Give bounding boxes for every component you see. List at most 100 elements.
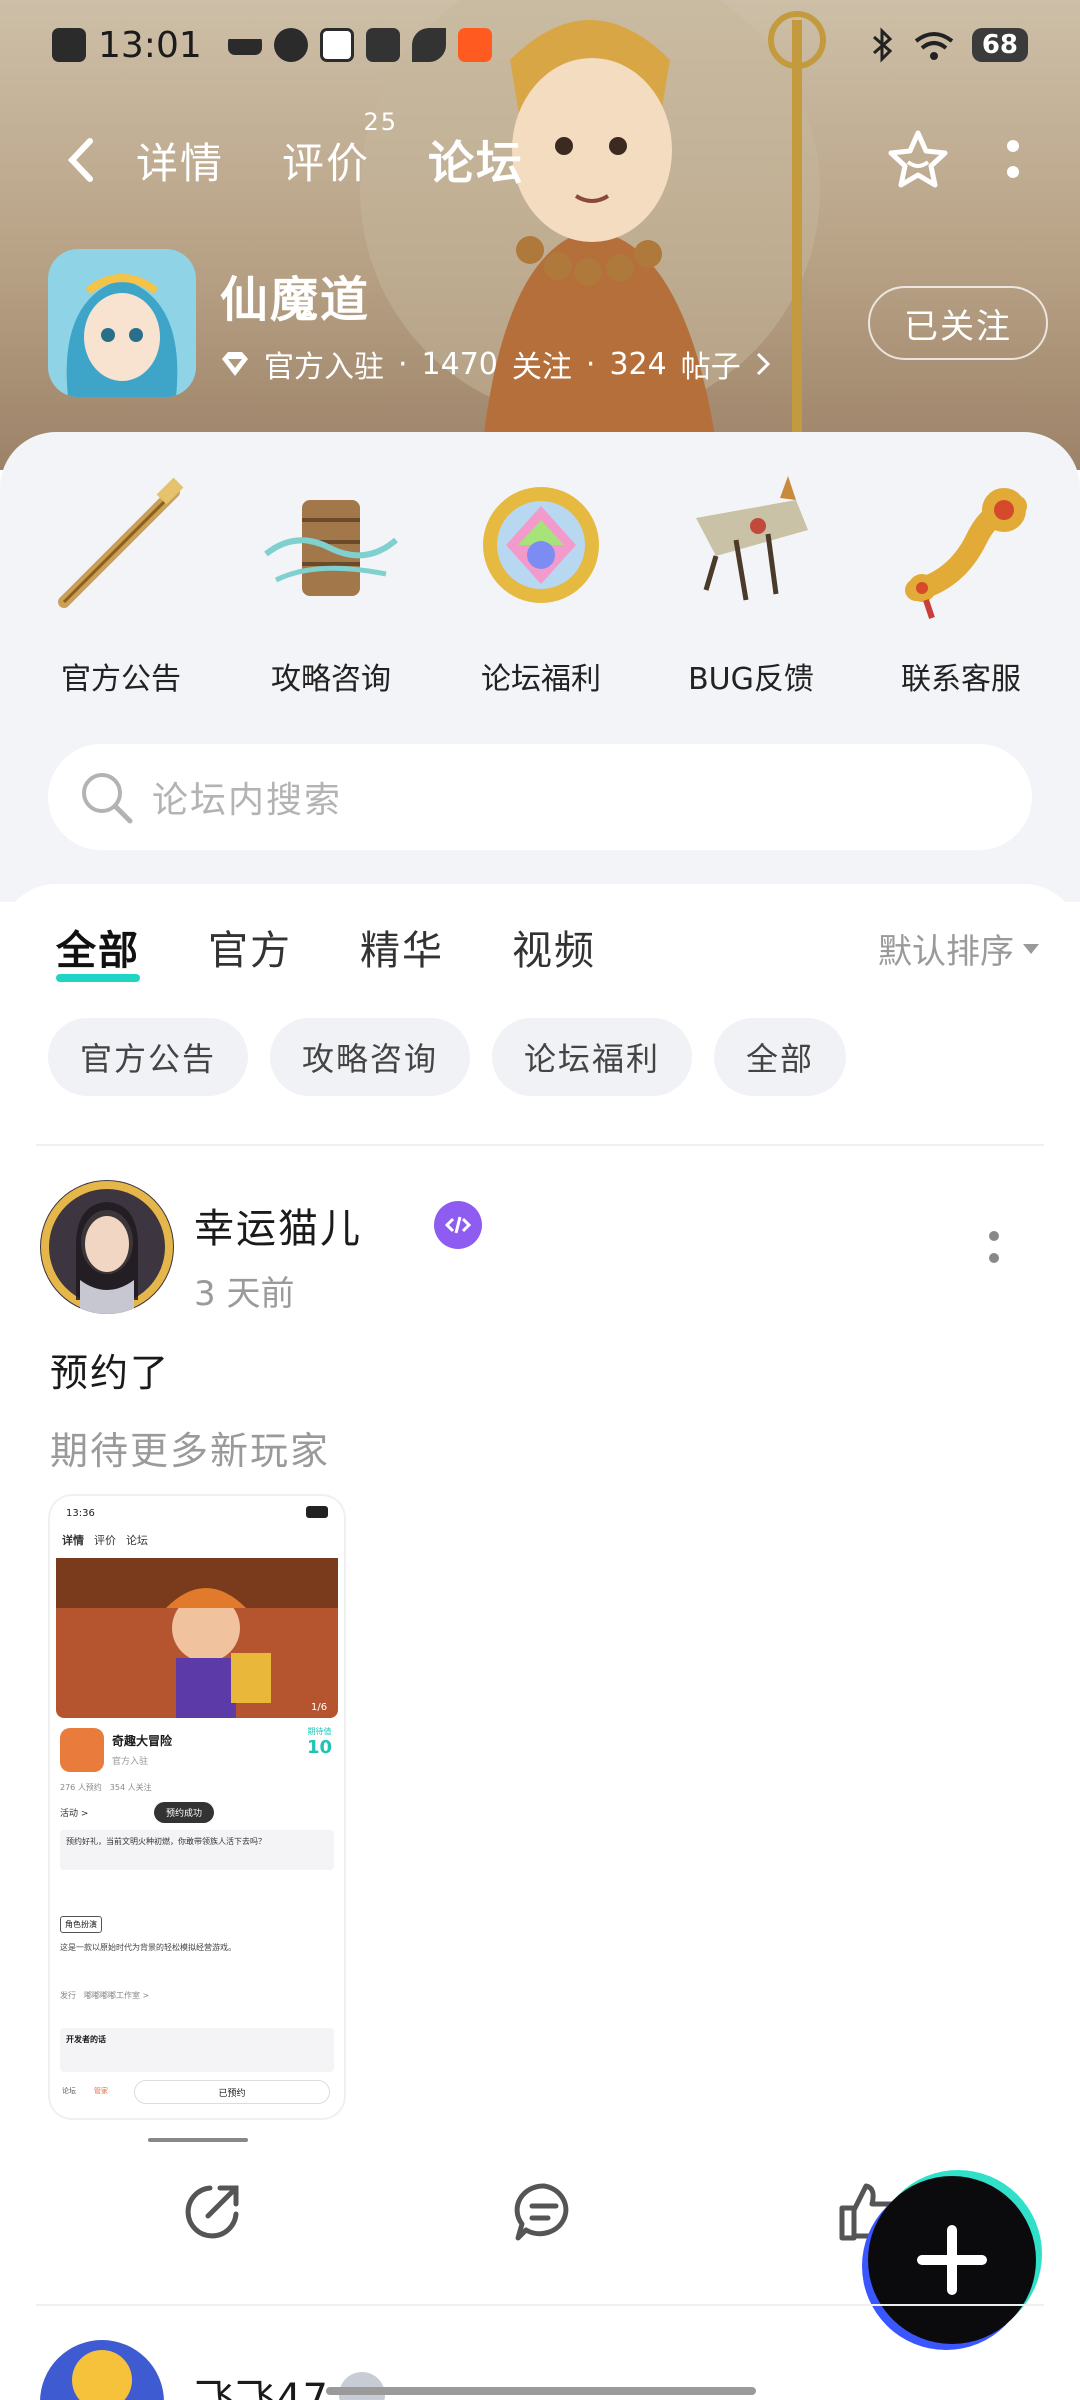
- caret-down-icon: [1023, 943, 1039, 954]
- tab-reviews[interactable]: 评价 25: [282, 108, 396, 191]
- quick-link-bug-report[interactable]: BUG反馈: [646, 470, 856, 698]
- chip-benefits[interactable]: 论坛福利: [492, 1018, 693, 1096]
- post-more-button[interactable]: [988, 1230, 1000, 1264]
- chip-guides[interactable]: 攻略咨询: [270, 1018, 471, 1096]
- code-gamepad-icon: [444, 1216, 472, 1234]
- game-icon[interactable]: [48, 249, 196, 397]
- more-menu-button[interactable]: [1006, 138, 1020, 182]
- shot-activity: 活动 >: [60, 1809, 89, 1819]
- meta-dot-1: ·: [398, 346, 408, 382]
- feed-tab-all[interactable]: 全部: [56, 918, 140, 982]
- section-divider: [36, 1144, 1044, 1146]
- follow-button[interactable]: 已关注: [868, 286, 1048, 360]
- shot-stats: 276 人预约 354 人关注: [60, 1783, 152, 1792]
- chip-announcements[interactable]: 官方公告: [48, 1018, 249, 1096]
- avatar-art: [40, 2340, 164, 2400]
- crown-icon: [227, 35, 262, 55]
- status-right-icons: 68: [870, 27, 1028, 63]
- post-image[interactable]: 13:36 详情 评价 论坛 1/6 奇趣大冒险 官方入驻 期待值 10 276…: [50, 1496, 344, 2118]
- game-title: 仙魔道: [220, 272, 371, 328]
- shot-reserved-button: 已预约: [134, 2080, 330, 2104]
- shot-bottom-left: 论坛: [62, 2087, 76, 2095]
- author-name[interactable]: 幸运猫儿: [194, 1196, 362, 1254]
- create-post-button[interactable]: [868, 2176, 1036, 2344]
- brush-staff-icon: [58, 477, 184, 608]
- quick-link-guides[interactable]: 攻略咨询: [226, 470, 436, 698]
- reviews-count-badge: 25: [363, 107, 399, 136]
- feed-tab-featured[interactable]: 精华: [360, 918, 444, 976]
- diamond-verified-icon: [222, 352, 248, 376]
- video-app-icon: [365, 28, 400, 62]
- followers-count[interactable]: 1470: [422, 347, 498, 382]
- forum-search-input[interactable]: 论坛内搜索: [48, 744, 1032, 850]
- shot-game-name: 奇趣大冒险: [112, 1734, 173, 1748]
- favorite-star-button[interactable]: [886, 128, 950, 192]
- tab-details[interactable]: 详情: [136, 130, 224, 191]
- feed-tab-video[interactable]: 视频: [512, 918, 596, 976]
- chip-all[interactable]: 全部: [714, 1018, 847, 1096]
- shot-tag: 角色扮演: [60, 1916, 102, 1933]
- home-indicator[interactable]: [326, 2387, 756, 2395]
- quick-link-label: BUG反馈: [688, 662, 814, 697]
- tiktok-icon: [273, 28, 308, 62]
- plus-icon: [917, 2225, 987, 2295]
- quick-link-benefits[interactable]: 论坛福利: [436, 470, 646, 698]
- shot-score-block: 期待值 10: [307, 1726, 332, 1758]
- shot-dev-note: 开发者的话: [60, 2028, 334, 2072]
- author-name[interactable]: 飞飞47: [194, 2366, 329, 2400]
- sort-dropdown[interactable]: 默认排序: [878, 924, 1040, 973]
- feed-tab-official[interactable]: 官方: [208, 918, 292, 976]
- shot-score-label: 期待值: [307, 1727, 332, 1736]
- quick-link-label: 论坛福利: [481, 662, 601, 697]
- shot-battery-icon: [306, 1506, 328, 1518]
- meta-dot-2: ·: [585, 346, 596, 382]
- status-left-icons: 13:01: [52, 25, 492, 66]
- chevron-right-icon: [756, 352, 770, 376]
- scroll-wind-icon: [264, 500, 398, 596]
- share-icon[interactable]: [180, 2180, 244, 2244]
- bug-creature-icon: [696, 476, 808, 601]
- shot-banner-art: 1/6: [56, 1558, 338, 1718]
- chevron-left-icon: [67, 138, 93, 182]
- shot-tab-reviews: 评价: [94, 1534, 116, 1547]
- gem-icon: [483, 487, 599, 603]
- post-time: 3 天前: [194, 1274, 295, 1314]
- author-block: 幸运猫儿 3 天前: [194, 1196, 482, 1315]
- avatar[interactable]: [40, 2340, 164, 2400]
- followers-label: 关注: [511, 350, 572, 385]
- author-name-row: 幸运猫儿: [194, 1196, 482, 1254]
- post-body[interactable]: 期待更多新玩家: [50, 1420, 330, 1475]
- official-label: 官方入驻: [264, 350, 384, 385]
- posts-count[interactable]: 324: [609, 347, 666, 382]
- shot-bottom-mid: 管家: [94, 2087, 108, 2095]
- quick-link-label: 联系客服: [901, 662, 1021, 697]
- tab-reviews-label: 评价: [282, 138, 371, 188]
- leaf-app-icon: [411, 28, 446, 62]
- quick-link-label: 攻略咨询: [271, 662, 391, 697]
- shot-desc: 这是一款以原始时代为背景的轻松模拟经营游戏。: [60, 1943, 236, 1952]
- comment-icon[interactable]: [512, 2180, 576, 2244]
- quick-link-support[interactable]: 联系客服: [856, 470, 1066, 698]
- tab-forum[interactable]: 论坛: [428, 127, 524, 193]
- back-button[interactable]: [60, 130, 100, 190]
- user-level-badge: [338, 2372, 385, 2400]
- shot-game-sub: 官方入驻: [112, 1757, 149, 1767]
- sort-label: 默认排序: [878, 932, 1014, 972]
- close-notification-icon: [52, 28, 86, 62]
- game-meta: 官方入驻 · 1470 关注 · 324 帖子: [220, 342, 771, 386]
- shot-page-indicator: 1/6: [311, 1702, 327, 1713]
- shot-game-icon: [60, 1728, 104, 1772]
- game-text: 仙魔道 官方入驻 · 1470 关注 · 324 帖子: [220, 260, 771, 386]
- navbar-actions: [886, 128, 1080, 192]
- shot-ad: 预约好礼，当前文明火种初燃，你敢带领族人活下去吗？: [60, 1830, 334, 1870]
- shot-publisher: 发行 嘟嘟嘟嘟工作室 >: [60, 1991, 150, 2000]
- avatar[interactable]: [40, 1180, 174, 1314]
- image-scroll-indicator: [148, 2138, 248, 2142]
- tab-forum-label: 论坛: [428, 136, 525, 190]
- quick-link-announcements[interactable]: 官方公告: [16, 470, 226, 698]
- category-chips: 官方公告 攻略咨询 论坛福利 全部: [48, 1018, 847, 1096]
- post-title[interactable]: 预约了: [50, 1342, 170, 1397]
- search-placeholder: 论坛内搜索: [152, 780, 343, 821]
- status-time: 13:01: [98, 24, 202, 66]
- bluetooth-icon: [872, 27, 893, 63]
